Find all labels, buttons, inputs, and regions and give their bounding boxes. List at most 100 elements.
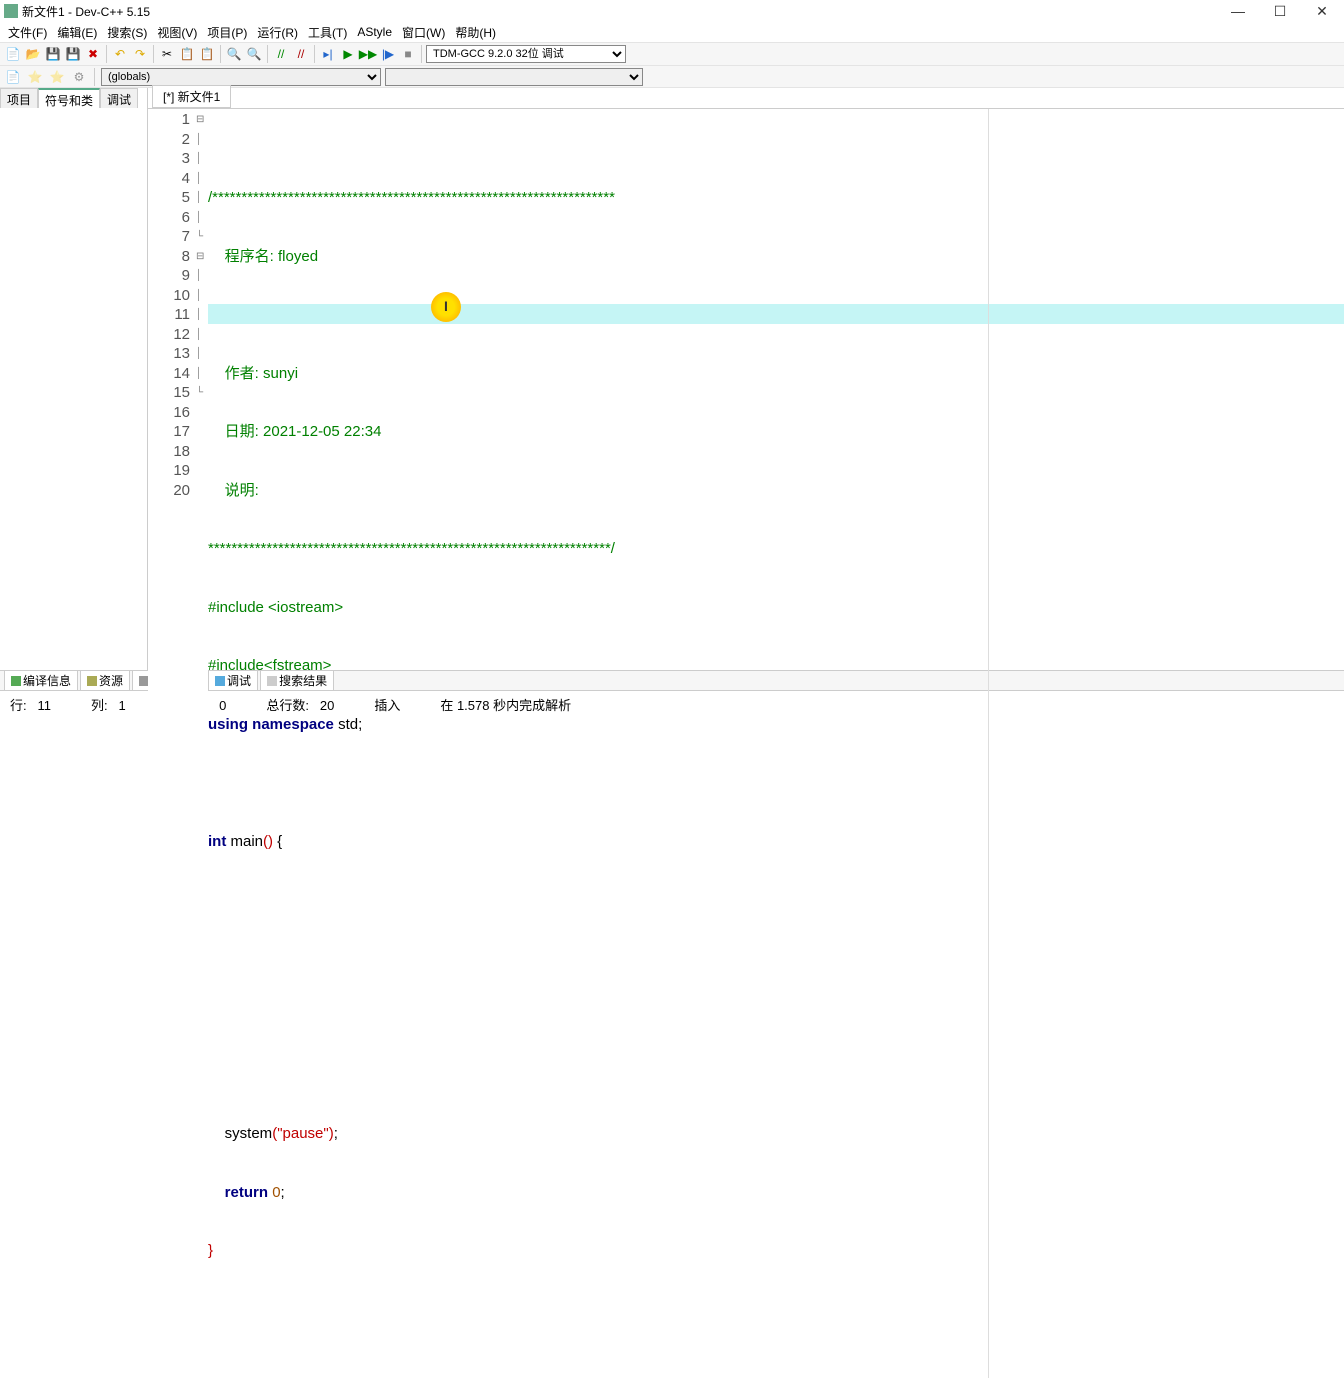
code-line: floyed xyxy=(278,248,318,265)
tab-debug[interactable]: 调试 xyxy=(100,88,138,108)
code-text[interactable]: /***************************************… xyxy=(208,109,1344,1378)
code-line: "pause" xyxy=(277,1125,329,1142)
line-gutter: 1 2 3 4 5 6 7 8 9 10 11 12 13 14 15 16 1… xyxy=(148,109,196,1378)
tab-symbol[interactable]: 符号和类 xyxy=(38,88,100,108)
new-icon[interactable]: 📄 xyxy=(4,68,22,86)
code-line: using xyxy=(208,716,252,733)
code-line: <fstream> xyxy=(264,657,332,674)
dot-icon xyxy=(11,676,21,686)
code-line: std xyxy=(338,716,358,733)
fold-toggle[interactable]: ⊟ xyxy=(196,247,208,267)
current-line-highlight xyxy=(208,304,1344,324)
redo-icon[interactable]: ↷ xyxy=(131,45,149,63)
code-line: 日期: xyxy=(225,423,259,440)
separator xyxy=(267,45,268,63)
file-tab[interactable]: [*] 新文件1 xyxy=(152,85,231,108)
maximize-button[interactable]: ☐ xyxy=(1268,3,1292,20)
code-line: 0 xyxy=(272,1184,280,1201)
copy-icon[interactable]: 📋 xyxy=(178,45,196,63)
line-number: 4 xyxy=(148,169,190,189)
scope-select[interactable]: (globals) xyxy=(101,68,381,86)
menu-window[interactable]: 窗口(W) xyxy=(398,23,449,42)
compile-icon[interactable]: ▸| xyxy=(319,45,337,63)
code-line: /***************************************… xyxy=(208,189,615,206)
separator xyxy=(153,45,154,63)
line-number: 6 xyxy=(148,208,190,228)
close-button[interactable]: ✕ xyxy=(1310,3,1334,20)
replace-icon[interactable]: 🔍 xyxy=(245,45,263,63)
menu-search[interactable]: 搜索(S) xyxy=(103,23,151,42)
left-tabs: 项目 符号和类 调试 xyxy=(0,88,147,108)
code-line: <iostream> xyxy=(268,599,343,616)
menu-help[interactable]: 帮助(H) xyxy=(451,23,500,42)
window-buttons: — ☐ ✕ xyxy=(1226,3,1340,20)
line-number: 5 xyxy=(148,188,190,208)
code-editor[interactable]: 1 2 3 4 5 6 7 8 9 10 11 12 13 14 15 16 1… xyxy=(148,108,1344,1378)
undo-icon[interactable]: ↶ xyxy=(111,45,129,63)
cursor-highlight-icon: I xyxy=(431,292,461,322)
code-line: ; xyxy=(334,1125,338,1142)
rebuild-icon[interactable]: |▶ xyxy=(379,45,397,63)
separator xyxy=(94,68,95,86)
code-line: namespace xyxy=(252,716,338,733)
file-tabs: [*] 新文件1 xyxy=(148,88,1344,108)
menu-edit[interactable]: 编辑(E) xyxy=(53,23,101,42)
line-number: 16 xyxy=(148,403,190,423)
cut-icon[interactable]: ✂ xyxy=(158,45,176,63)
line-number: 2 xyxy=(148,130,190,150)
stop-icon[interactable]: ■ xyxy=(399,45,417,63)
line-number: 17 xyxy=(148,422,190,442)
code-line: 作者: xyxy=(225,365,259,382)
menu-astyle[interactable]: AStyle xyxy=(353,24,396,40)
close-icon[interactable]: ✖ xyxy=(84,45,102,63)
new-file-icon[interactable]: 📄 xyxy=(4,45,22,63)
tab-compile-info[interactable]: 编译信息 xyxy=(4,670,78,691)
fold-column: ⊟ │││││└ ⊟ ││││││└ xyxy=(196,109,208,1378)
app-icon xyxy=(4,4,18,18)
code-line: 说明: xyxy=(225,482,259,499)
line-number: 7 xyxy=(148,227,190,247)
line-number: 8 xyxy=(148,247,190,267)
menu-file[interactable]: 文件(F) xyxy=(4,23,51,42)
line-number: 20 xyxy=(148,481,190,501)
find-icon[interactable]: 🔍 xyxy=(225,45,243,63)
tab-project[interactable]: 项目 xyxy=(0,88,38,108)
separator xyxy=(220,45,221,63)
save-icon[interactable]: 💾 xyxy=(44,45,62,63)
separator xyxy=(106,45,107,63)
debug-cog-icon[interactable]: ⚙ xyxy=(70,68,88,86)
menu-run[interactable]: 运行(R) xyxy=(253,23,302,42)
tab-resource[interactable]: 资源 xyxy=(80,670,130,691)
line-number: 19 xyxy=(148,461,190,481)
menu-tools[interactable]: 工具(T) xyxy=(304,23,351,42)
status-row: 行: 11 xyxy=(10,695,51,714)
menu-project[interactable]: 项目(P) xyxy=(203,23,251,42)
code-line: system xyxy=(225,1125,273,1142)
code-line: ; xyxy=(358,716,362,733)
uncomment-icon[interactable]: // xyxy=(292,45,310,63)
title-bar: 新文件1 - Dev-C++ 5.15 — ☐ ✕ xyxy=(0,0,1344,22)
paste-icon[interactable]: 📋 xyxy=(198,45,216,63)
compiler-select[interactable]: TDM-GCC 9.2.0 32位 调试 xyxy=(426,45,626,63)
run-icon[interactable]: ▶ xyxy=(339,45,357,63)
save-all-icon[interactable]: 💾 xyxy=(64,45,82,63)
main-content: 项目 符号和类 调试 [*] 新文件1 1 2 3 4 5 6 7 8 9 10… xyxy=(0,88,1344,670)
fold-toggle[interactable]: ⊟ xyxy=(196,110,208,130)
dot-icon xyxy=(87,676,97,686)
left-panel: 项目 符号和类 调试 xyxy=(0,88,148,670)
separator xyxy=(314,45,315,63)
goto-icon[interactable]: ⭐ xyxy=(48,68,66,86)
line-number: 15 xyxy=(148,383,190,403)
comment-icon[interactable]: // xyxy=(272,45,290,63)
line-number: 18 xyxy=(148,442,190,462)
bookmark-icon[interactable]: ⭐ xyxy=(26,68,44,86)
code-line: sunyi xyxy=(263,365,298,382)
compile-run-icon[interactable]: ▶▶ xyxy=(359,45,377,63)
minimize-button[interactable]: — xyxy=(1226,3,1250,20)
line-number: 14 xyxy=(148,364,190,384)
menu-view[interactable]: 视图(V) xyxy=(153,23,201,42)
code-line: 程序名: xyxy=(225,248,274,265)
member-select[interactable] xyxy=(385,68,643,86)
code-line: #include xyxy=(208,657,264,674)
open-file-icon[interactable]: 📂 xyxy=(24,45,42,63)
